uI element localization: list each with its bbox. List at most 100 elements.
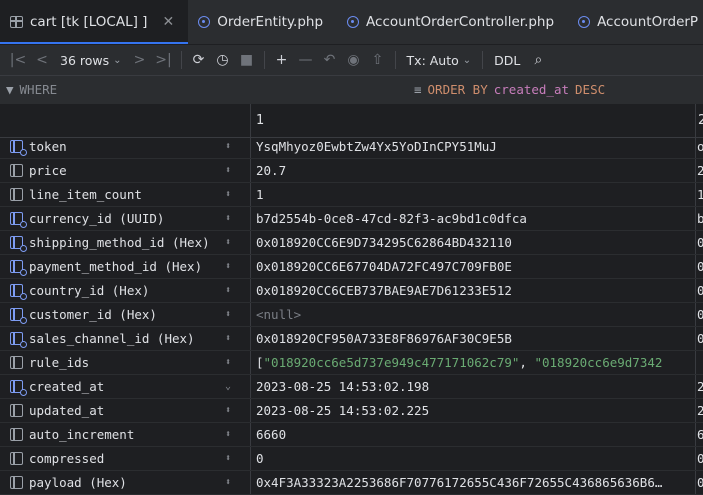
tab-order-entity[interactable]: OrderEntity.php	[188, 0, 337, 44]
next-record-cell[interactable]: 2	[697, 375, 703, 398]
sort-toggle-icon[interactable]: ⬍	[225, 351, 231, 374]
record-column-header[interactable]: 1	[250, 104, 696, 137]
search-icon[interactable]: ⌕	[526, 48, 550, 72]
order-by-filter[interactable]: ≡ ORDER BY created_at DESC	[414, 82, 605, 97]
sort-toggle-icon[interactable]: ⬍	[225, 303, 231, 326]
field-name-cell[interactable]: customer_id (Hex)	[0, 303, 250, 326]
record-column-header-next[interactable]: 2	[697, 104, 703, 137]
previous-page-icon[interactable]: <	[30, 48, 54, 72]
sort-toggle-icon[interactable]: ⬍	[225, 135, 231, 158]
field-name-cell[interactable]: line_item_count	[0, 183, 250, 206]
field-name-cell[interactable]: rule_ids	[0, 351, 250, 374]
table-row[interactable]: customer_id (Hex) ⬍ <null> 0	[0, 303, 703, 327]
field-name-cell[interactable]: compressed	[0, 447, 250, 470]
refresh-icon[interactable]: ⟳	[187, 48, 211, 72]
cell[interactable]: b7d2554b-0ce8-47cd-82f3-ac9bd1c0dfca	[250, 207, 696, 230]
table-row[interactable]: payload (Hex) ⬍ 0x4F3A33323A2253686F7077…	[0, 471, 703, 495]
stop-icon[interactable]: ■	[235, 48, 259, 72]
field-name-cell[interactable]: payment_method_id (Hex)	[0, 255, 250, 278]
field-name-cell[interactable]: token	[0, 135, 250, 158]
next-page-icon[interactable]: >	[128, 48, 152, 72]
history-icon[interactable]: ◷	[211, 48, 235, 72]
next-record-cell[interactable]: b	[697, 207, 703, 230]
transaction-mode-dropdown[interactable]: Tx: Auto ⌄	[401, 53, 478, 68]
next-record-cell[interactable]: 1	[697, 183, 703, 206]
cell[interactable]: ["018920cc6e5d737e949c477171062c79", "01…	[250, 351, 696, 374]
cell[interactable]: 0x4F3A33323A2253686F70776172655C436F7265…	[250, 471, 696, 494]
sort-toggle-icon[interactable]: ⬍	[225, 279, 231, 302]
first-page-icon[interactable]: |<	[6, 48, 30, 72]
tab-cart[interactable]: cart [tk [LOCAL] ] ✕	[0, 0, 189, 44]
cell[interactable]: 0x018920CC6CEB737BAE9AE7D61233E512	[250, 279, 696, 302]
next-record-cell[interactable]: 0	[697, 447, 703, 470]
cell[interactable]: 0x018920CF950A733E8F86976AF30C9E5B	[250, 327, 696, 350]
cell[interactable]: 20.7	[250, 159, 696, 182]
revert-icon[interactable]: ↶	[318, 48, 342, 72]
next-record-cell[interactable]: 0	[697, 279, 703, 302]
next-record-cell[interactable]: 2	[697, 159, 703, 182]
next-record-cell[interactable]: 0	[697, 471, 703, 494]
tab-account-order-controller[interactable]: AccountOrderController.php	[337, 0, 568, 44]
preview-changes-icon[interactable]: ◉	[342, 48, 366, 72]
cell[interactable]: YsqMhyoz0EwbtZw4Yx5YoDInCPY51MuJ	[250, 135, 696, 158]
delete-row-icon[interactable]: —	[294, 48, 318, 72]
add-row-icon[interactable]: +	[270, 48, 294, 72]
last-page-icon[interactable]: >|	[152, 48, 176, 72]
sort-toggle-icon[interactable]: ⬍	[225, 207, 231, 230]
sort-toggle-icon[interactable]: ⬍	[225, 423, 231, 446]
table-row[interactable]: created_at ⌄ 2023-08-25 14:53:02.198 2	[0, 375, 703, 399]
table-row[interactable]: currency_id (UUID) ⬍ b7d2554b-0ce8-47cd-…	[0, 207, 703, 231]
table-row[interactable]: token ⬍ YsqMhyoz0EwbtZw4Yx5YoDInCPY51MuJ…	[0, 135, 703, 159]
table-row[interactable]: line_item_count ⬍ 1 1	[0, 183, 703, 207]
next-record-cell[interactable]: 6	[697, 423, 703, 446]
field-name-cell[interactable]: sales_channel_id (Hex)	[0, 327, 250, 350]
cell[interactable]: 2023-08-25 14:53:02.225	[250, 399, 696, 422]
next-record-cell[interactable]: 0	[697, 303, 703, 326]
field-name-cell[interactable]: auto_increment	[0, 423, 250, 446]
next-record-cell[interactable]: 0	[697, 231, 703, 254]
table-row[interactable]: shipping_method_id (Hex) ⬍ 0x018920CC6E9…	[0, 231, 703, 255]
cell[interactable]: <null>	[250, 303, 696, 326]
field-name-cell[interactable]: created_at	[0, 375, 250, 398]
sort-toggle-icon[interactable]: ⬍	[225, 471, 231, 494]
where-filter[interactable]: ▼ WHERE	[6, 82, 57, 97]
sort-toggle-icon[interactable]: ⬍	[225, 399, 231, 422]
field-name-cell[interactable]: currency_id (UUID)	[0, 207, 250, 230]
sort-toggle-icon[interactable]: ⬍	[225, 231, 231, 254]
sort-toggle-icon[interactable]: ⬍	[225, 255, 231, 278]
submit-icon[interactable]: ⇧	[366, 48, 390, 72]
field-name-cell[interactable]: shipping_method_id (Hex)	[0, 231, 250, 254]
table-row[interactable]: sales_channel_id (Hex) ⬍ 0x018920CF950A7…	[0, 327, 703, 351]
sort-toggle-icon[interactable]: ⬍	[225, 183, 231, 206]
field-name-cell[interactable]: price	[0, 159, 250, 182]
cell[interactable]: 2023-08-25 14:53:02.198	[250, 375, 696, 398]
cell[interactable]: 0x018920CC6E67704DA72FC497C709FB0E	[250, 255, 696, 278]
cell[interactable]: 1	[250, 183, 696, 206]
next-record-cell[interactable]	[697, 351, 703, 374]
sort-desc-icon[interactable]: ⌄	[225, 375, 231, 398]
table-row[interactable]: country_id (Hex) ⬍ 0x018920CC6CEB737BAE9…	[0, 279, 703, 303]
table-row[interactable]: auto_increment ⬍ 6660 6	[0, 423, 703, 447]
next-record-cell[interactable]: 2	[697, 399, 703, 422]
tab-account-order-p[interactable]: AccountOrderP	[568, 0, 703, 44]
table-row[interactable]: payment_method_id (Hex) ⬍ 0x018920CC6E67…	[0, 255, 703, 279]
field-name-cell[interactable]: updated_at	[0, 399, 250, 422]
table-row[interactable]: compressed ⬍ 0 0	[0, 447, 703, 471]
rows-count-dropdown[interactable]: 36 rows ⌄	[54, 53, 128, 68]
ddl-button[interactable]: DDL	[488, 53, 526, 68]
close-icon[interactable]: ✕	[162, 14, 174, 30]
sort-toggle-icon[interactable]: ⬍	[225, 447, 231, 470]
field-name-cell[interactable]: country_id (Hex)	[0, 279, 250, 302]
cell[interactable]: 0x018920CC6E9D734295C62864BD432110	[250, 231, 696, 254]
field-name-cell[interactable]: payload (Hex)	[0, 471, 250, 494]
sort-toggle-icon[interactable]: ⬍	[225, 159, 231, 182]
table-row[interactable]: updated_at ⬍ 2023-08-25 14:53:02.225 2	[0, 399, 703, 423]
table-row[interactable]: price ⬍ 20.7 2	[0, 159, 703, 183]
cell[interactable]: 0	[250, 447, 696, 470]
cell[interactable]: 6660	[250, 423, 696, 446]
next-record-cell[interactable]: o	[697, 135, 703, 158]
table-row[interactable]: rule_ids ⬍ ["018920cc6e5d737e949c4771710…	[0, 351, 703, 375]
sort-toggle-icon[interactable]: ⬍	[225, 327, 231, 350]
next-record-cell[interactable]: 0	[697, 327, 703, 350]
next-record-cell[interactable]: 0	[697, 255, 703, 278]
